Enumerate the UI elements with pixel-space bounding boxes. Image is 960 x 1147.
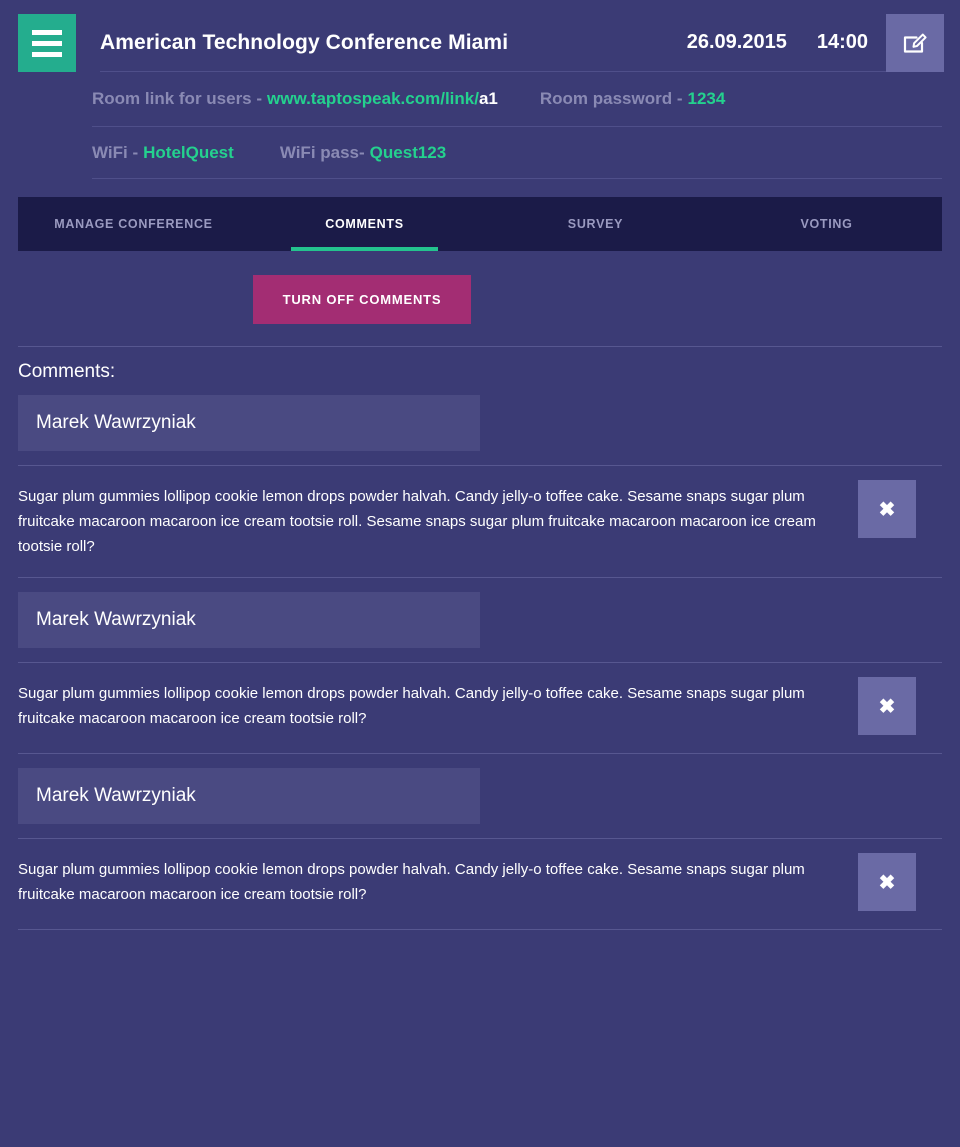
tab-survey[interactable]: SURVEY (480, 197, 711, 251)
hamburger-bar (32, 40, 62, 46)
comment-text: Sugar plum gummies lollipop cookie lemon… (18, 685, 805, 727)
wifi-ssid-item: WiFi - HotelQuest (92, 143, 234, 163)
comment-text: Sugar plum gummies lollipop cookie lemon… (18, 488, 816, 555)
turn-off-comments-button[interactable]: TURN OFF COMMENTS (252, 275, 472, 324)
hamburger-menu-icon[interactable] (18, 14, 76, 72)
delete-comment-button[interactable]: ✖ (858, 480, 916, 538)
wifi-pass-label: WiFi pass- (279, 142, 365, 162)
wifi-pass-item: WiFi pass- Quest123 (280, 143, 446, 163)
comment-divider (18, 929, 942, 930)
delete-comment-button[interactable]: ✖ (858, 677, 916, 735)
room-link-suffix: a1 (478, 89, 498, 108)
wifi-info-row: WiFi - HotelQuest WiFi pass- Quest123 (92, 127, 942, 179)
room-password-label: Room password - (539, 89, 683, 108)
comment-author-field[interactable]: Marek Wawrzyniak (18, 592, 480, 648)
comment-item: Marek Wawrzyniak Sugar plum gummies loll… (0, 754, 960, 929)
room-link-item: Room link for users - www.taptospeak.com… (92, 89, 498, 109)
close-x-icon: ✖ (878, 871, 896, 894)
comments-heading: Comments: (18, 361, 116, 382)
tab-voting[interactable]: VOTING (711, 197, 942, 251)
comment-body: Sugar plum gummies lollipop cookie lemon… (18, 466, 942, 577)
tab-comments[interactable]: COMMENTS (249, 197, 480, 251)
room-link-value[interactable]: www.taptospeak.com/link/a1 (267, 89, 498, 109)
title-block: American Technology Conference Miami 26.… (100, 14, 886, 72)
hamburger-bar (32, 51, 62, 57)
conference-date: 26.09.2015 (686, 31, 787, 53)
comment-body: Sugar plum gummies lollipop cookie lemon… (18, 663, 942, 753)
room-password-value: 1234 (687, 89, 726, 108)
comment-item: Marek Wawrzyniak Sugar plum gummies loll… (0, 578, 960, 753)
conference-datetime: 26.09.2015 14:00 (687, 31, 886, 54)
header: American Technology Conference Miami 26.… (0, 0, 960, 72)
room-password-item: Room password - 1234 (540, 89, 725, 109)
edit-conference-button[interactable] (886, 14, 944, 72)
room-link-label: Room link for users - (92, 89, 263, 108)
tab-manage-conference[interactable]: MANAGE CONFERENCE (18, 197, 249, 251)
room-link-text: www.taptospeak.com/link/ (267, 89, 479, 108)
comment-author-field[interactable]: Marek Wawrzyniak (18, 395, 480, 451)
conference-time: 14:00 (816, 31, 868, 53)
delete-comment-button[interactable]: ✖ (858, 853, 916, 911)
comment-author-field[interactable]: Marek Wawrzyniak (18, 768, 480, 824)
page-title: American Technology Conference Miami (100, 30, 509, 54)
close-x-icon: ✖ (878, 695, 896, 718)
hamburger-bar (32, 29, 62, 35)
comment-item: Marek Wawrzyniak Sugar plum gummies loll… (0, 395, 960, 577)
wifi-ssid-label: WiFi - (92, 142, 139, 162)
wifi-ssid-value: HotelQuest (143, 142, 234, 162)
edit-pencil-icon (902, 30, 928, 56)
app-page: American Technology Conference Miami 26.… (0, 0, 960, 1147)
wifi-pass-value: Quest123 (369, 142, 447, 162)
comment-body: Sugar plum gummies lollipop cookie lemon… (18, 839, 942, 929)
tab-bar: MANAGE CONFERENCE COMMENTS SURVEY VOTING (18, 197, 942, 251)
room-info-row: Room link for users - www.taptospeak.com… (92, 72, 942, 127)
close-x-icon: ✖ (878, 498, 896, 521)
action-button-row: TURN OFF COMMENTS (0, 251, 724, 346)
comment-text: Sugar plum gummies lollipop cookie lemon… (18, 861, 805, 903)
